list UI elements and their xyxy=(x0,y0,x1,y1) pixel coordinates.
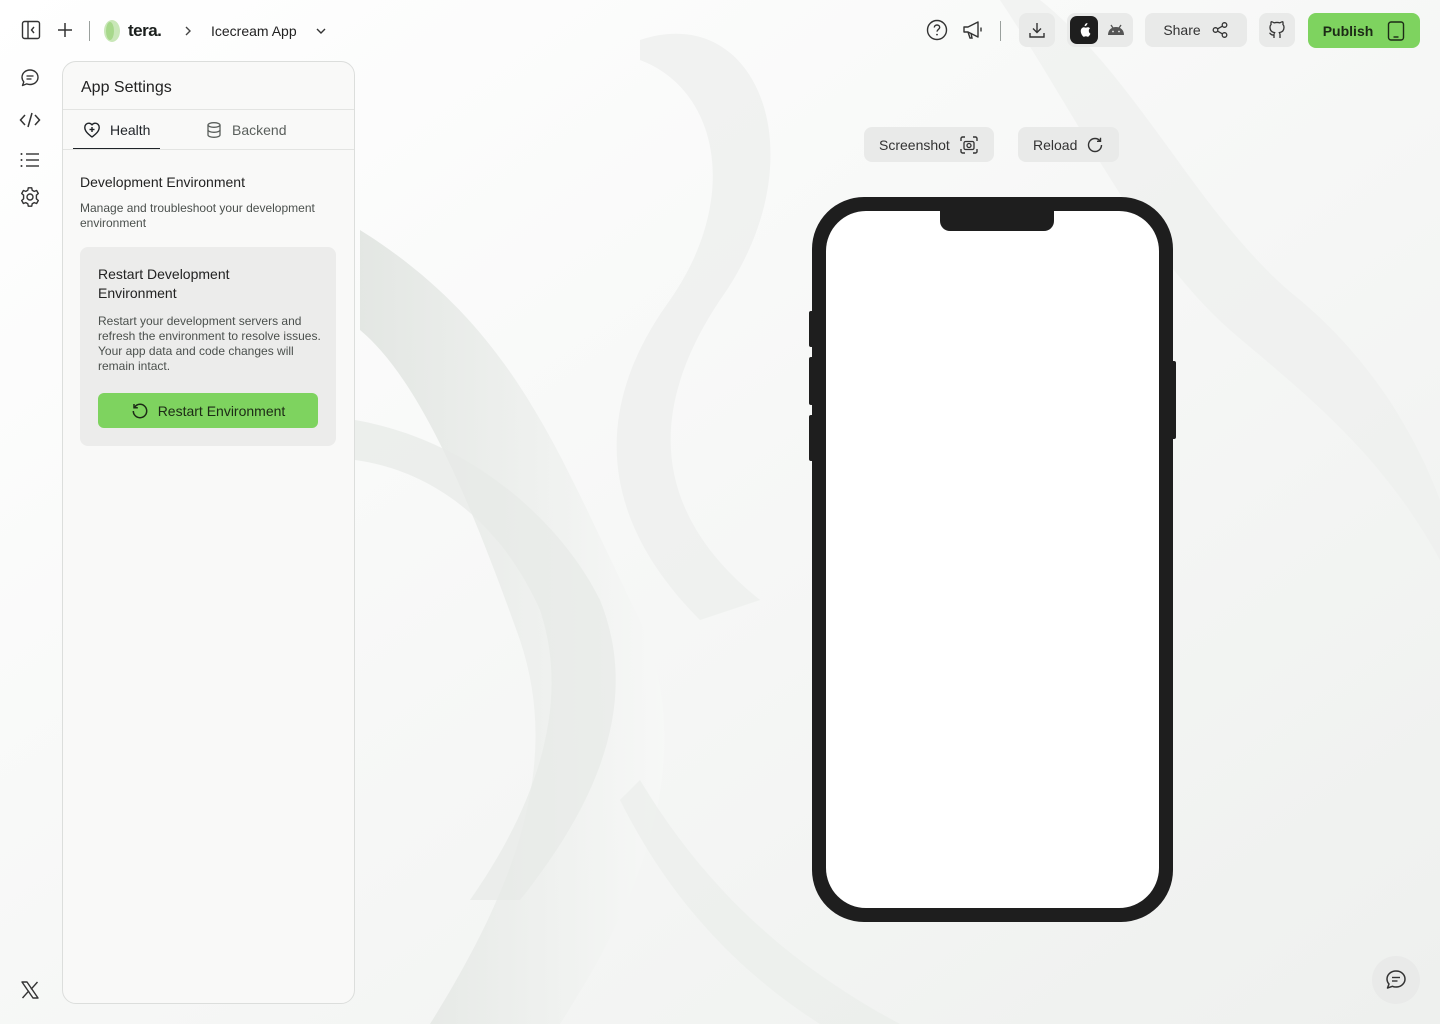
divider xyxy=(89,21,90,41)
megaphone-icon xyxy=(963,21,982,39)
share-label: Share xyxy=(1163,22,1201,38)
reload-button[interactable]: Reload xyxy=(1018,127,1120,162)
screenshot-label: Screenshot xyxy=(879,136,950,153)
download-icon xyxy=(1029,23,1045,38)
chat-fab-button[interactable] xyxy=(1372,956,1420,1004)
plus-icon xyxy=(58,23,72,37)
card-description: Restart your development servers and ref… xyxy=(98,314,321,373)
chevron-down-icon xyxy=(316,28,326,34)
list-nav-button[interactable] xyxy=(14,144,46,176)
x-logo-icon xyxy=(21,981,39,999)
panel-toggle-icon xyxy=(21,20,41,40)
screenshot-icon xyxy=(960,135,978,154)
project-name: Icecream App xyxy=(211,23,297,39)
screenshot-button[interactable]: Screenshot xyxy=(864,127,994,162)
x-social-link[interactable] xyxy=(14,974,46,1006)
code-icon xyxy=(19,112,41,128)
ios-option[interactable] xyxy=(1070,16,1098,44)
restart-icon xyxy=(132,403,148,418)
code-nav-button[interactable] xyxy=(14,104,46,136)
section-title: Development Environment xyxy=(80,174,245,190)
new-button[interactable] xyxy=(47,12,83,48)
restart-environment-card: Restart Development Environment Restart … xyxy=(80,247,336,446)
share-icon xyxy=(1212,22,1228,38)
android-option[interactable] xyxy=(1102,16,1130,44)
icon-sidebar xyxy=(0,62,60,1024)
help-icon xyxy=(926,19,948,41)
health-icon xyxy=(84,122,100,138)
settings-tabs: Health Backend xyxy=(73,110,354,150)
tab-backend[interactable]: Backend xyxy=(205,110,286,150)
apple-icon xyxy=(1080,23,1091,37)
tera-logo-icon xyxy=(104,20,120,42)
android-icon xyxy=(1108,24,1124,35)
chat-nav-button[interactable] xyxy=(14,62,46,94)
platform-toggle[interactable] xyxy=(1067,13,1133,47)
publish-label: Publish xyxy=(1322,22,1374,39)
help-button[interactable] xyxy=(919,12,955,48)
phone-icon xyxy=(1388,20,1405,41)
list-icon xyxy=(20,153,39,167)
restart-environment-label: Restart Environment xyxy=(157,402,286,419)
card-title: Restart Development Environment xyxy=(98,266,230,301)
phone-notch xyxy=(940,209,1054,231)
tab-health[interactable]: Health xyxy=(78,110,160,150)
panel-title: App Settings xyxy=(81,79,172,96)
brand-name: tera. xyxy=(128,21,162,40)
project-selector[interactable]: Icecream App xyxy=(211,19,327,43)
publish-button[interactable]: Publish xyxy=(1308,13,1420,48)
download-button[interactable] xyxy=(1019,13,1055,47)
panel-toggle-button[interactable] xyxy=(13,12,49,48)
tab-backend-label: Backend xyxy=(232,122,287,138)
app-settings-panel: App Settings Health Backend Development … xyxy=(62,61,355,1004)
settings-nav-button[interactable] xyxy=(14,181,46,213)
chevron-right-icon xyxy=(185,26,191,36)
share-button[interactable]: Share xyxy=(1145,13,1247,47)
settings-icon xyxy=(21,187,39,207)
divider xyxy=(1000,21,1001,41)
divider xyxy=(63,149,354,150)
database-icon xyxy=(207,122,221,138)
announcements-button[interactable] xyxy=(955,12,991,48)
reload-label: Reload xyxy=(1033,136,1078,153)
brand-logo[interactable]: tera. xyxy=(102,18,162,44)
reload-icon xyxy=(1088,137,1103,152)
phone-screen[interactable] xyxy=(826,211,1159,908)
github-button[interactable] xyxy=(1259,13,1295,47)
section-description: Manage and troubleshoot your development… xyxy=(80,201,315,230)
tab-health-label: Health xyxy=(110,122,151,138)
restart-environment-button[interactable]: Restart Environment xyxy=(98,393,318,428)
chat-icon xyxy=(21,69,39,87)
chat-icon xyxy=(1386,970,1406,989)
phone-preview-frame xyxy=(812,197,1173,922)
breadcrumb-separator xyxy=(182,20,194,42)
github-icon xyxy=(1269,21,1285,38)
top-bar: tera. Icecream App Share Publish xyxy=(0,0,1440,62)
